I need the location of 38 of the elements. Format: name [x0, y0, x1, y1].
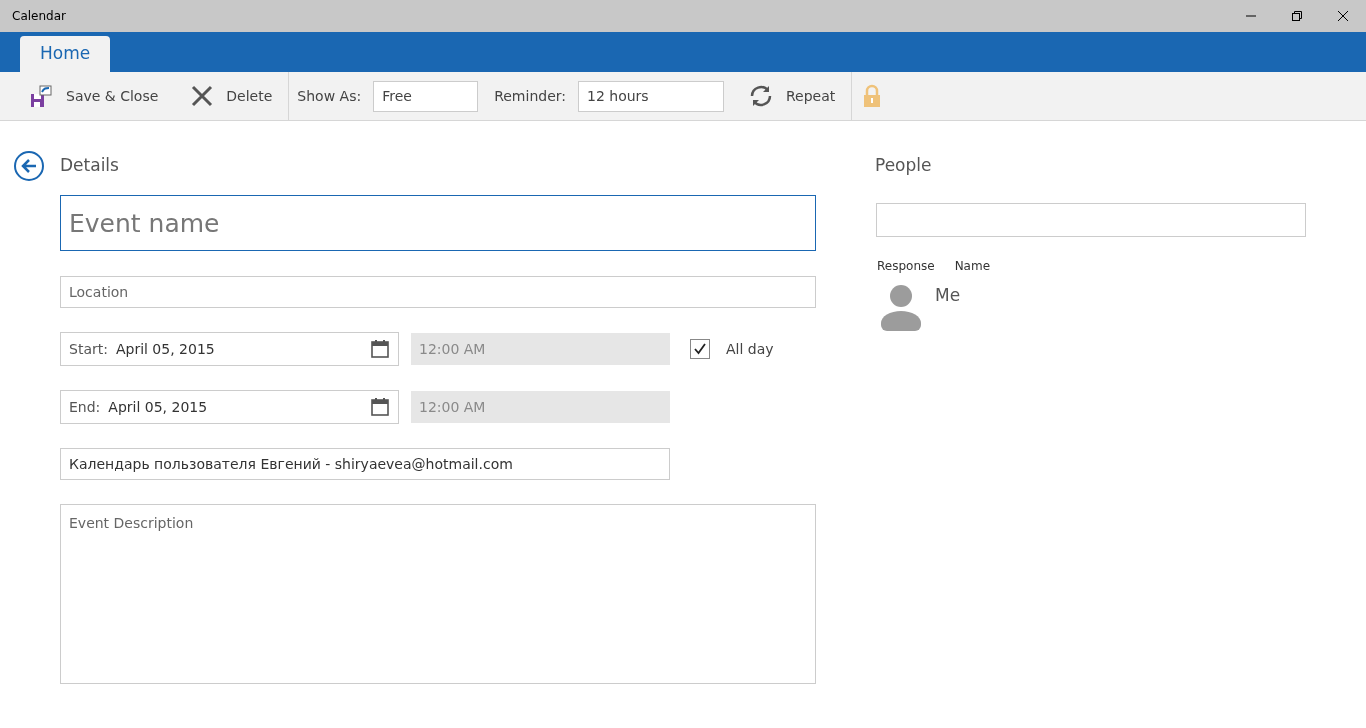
lock-icon: [862, 84, 883, 108]
date-picker[interactable]: End: April 05, 2015: [60, 390, 399, 424]
repeat-button[interactable]: Repeat: [724, 72, 852, 120]
person-silhouette-icon: [879, 282, 923, 331]
delete-button[interactable]: Delete: [174, 72, 289, 120]
location-field[interactable]: Location: [60, 276, 816, 308]
save-close-button[interactable]: Save & Close: [0, 72, 175, 120]
people-search-field[interactable]: [876, 202, 1306, 237]
column-header: Name: [954, 257, 991, 275]
date-picker[interactable]: Start: April 05, 2015: [60, 332, 399, 366]
date-label: End:: [69, 397, 101, 417]
back-arrow-icon: [21, 159, 37, 173]
calendar-select[interactable]: Календарь пользователя Евгений - shiryaevea@hotmail.com: [60, 448, 670, 480]
date-value: April 05, 2015: [108, 397, 209, 417]
close-icon: [1337, 10, 1349, 22]
ribbon-tab[interactable]: Home: [20, 36, 111, 72]
date-label: Start:: [69, 339, 108, 359]
window-title: Calendar: [11, 8, 67, 25]
back-button[interactable]: [14, 151, 44, 181]
people-heading: People: [875, 154, 933, 177]
event-name-field[interactable]: Event name: [60, 195, 816, 251]
description-field[interactable]: Event Description: [60, 504, 816, 684]
all-day-label: All day: [726, 339, 774, 359]
reminder-field[interactable]: 12 hours: [578, 80, 724, 112]
save-icon: [28, 83, 54, 109]
column-header: Response: [877, 257, 935, 275]
all-day-checkbox[interactable]: [690, 339, 710, 359]
restore-icon: [1291, 10, 1303, 22]
calendar-icon[interactable]: [370, 339, 390, 359]
attendee-name: Me: [935, 283, 961, 307]
repeat-icon: [748, 84, 774, 108]
date-value: April 05, 2015: [115, 339, 216, 359]
show-as-label: Show As:: [296, 86, 363, 106]
details-heading: Details: [60, 154, 119, 178]
reminder-label: Reminder:: [493, 86, 567, 106]
calendar-icon[interactable]: [370, 397, 390, 417]
show-as-field[interactable]: Free: [373, 80, 479, 112]
close-icon: [190, 84, 215, 108]
